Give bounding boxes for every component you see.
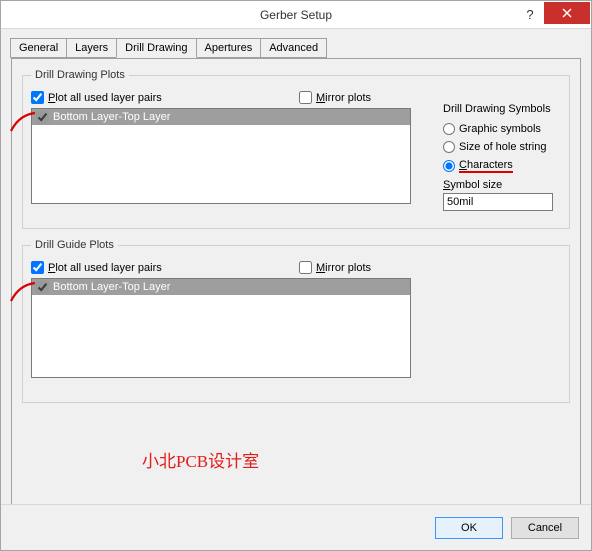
group-legend-drill-guide: Drill Guide Plots <box>31 239 118 251</box>
close-button[interactable] <box>544 2 590 24</box>
tab-strip: GeneralLayersDrill DrawingAperturesAdvan… <box>10 37 581 58</box>
listbox-layer-pairs-2[interactable]: Bottom Layer-Top Layer <box>31 278 411 378</box>
list-item-checkbox[interactable] <box>36 111 49 124</box>
symbol-size-label: Symbol size <box>443 179 563 191</box>
checkbox-plot-all-2-input[interactable] <box>31 261 44 274</box>
drill-symbols-panel: Drill Drawing Symbols Graphic symbols Si… <box>443 103 563 211</box>
radio-size-of-hole[interactable]: Size of hole string <box>443 141 563 153</box>
symbol-size-input[interactable] <box>443 193 553 211</box>
tab-layers[interactable]: Layers <box>66 38 117 58</box>
checkbox-plot-all-1[interactable]: Plot all used layer pairs <box>31 91 162 104</box>
radio-graphic-symbols-label: Graphic symbols <box>459 123 541 135</box>
drill-symbols-heading: Drill Drawing Symbols <box>443 103 563 115</box>
radio-characters-input[interactable] <box>443 160 455 172</box>
list-item-label: Bottom Layer-Top Layer <box>53 109 170 125</box>
checkbox-mirror-2-label: Mirror plots <box>316 262 371 274</box>
list-item-label: Bottom Layer-Top Layer <box>53 279 170 295</box>
radio-characters[interactable]: Characters <box>443 159 563 173</box>
checkbox-plot-all-2[interactable]: Plot all used layer pairs <box>31 261 162 274</box>
listbox-layer-pairs-1[interactable]: Bottom Layer-Top Layer <box>31 108 411 204</box>
checkbox-mirror-1-label: Mirror plots <box>316 92 371 104</box>
tab-apertures[interactable]: Apertures <box>196 38 262 58</box>
tab-general[interactable]: General <box>10 38 67 58</box>
checkbox-plot-all-1-input[interactable] <box>31 91 44 104</box>
checkbox-mirror-2[interactable]: Mirror plots <box>299 261 371 274</box>
titlebar: Gerber Setup ? <box>1 1 591 29</box>
tab-panel: Drill Drawing Plots Plot all used layer … <box>11 58 581 513</box>
tab-drill-drawing[interactable]: Drill Drawing <box>116 38 196 58</box>
list-item-checkbox[interactable] <box>36 281 49 294</box>
group-legend-drill-drawing: Drill Drawing Plots <box>31 69 129 81</box>
ok-button[interactable]: OK <box>435 517 503 539</box>
dialog-body: GeneralLayersDrill DrawingAperturesAdvan… <box>1 29 591 504</box>
checkbox-mirror-1[interactable]: Mirror plots <box>299 91 371 104</box>
tab-advanced[interactable]: Advanced <box>260 38 327 58</box>
checkbox-plot-all-1-label: Plot all used layer pairs <box>48 92 162 104</box>
radio-size-of-hole-label: Size of hole string <box>459 141 546 153</box>
group-drill-drawing-plots: Drill Drawing Plots Plot all used layer … <box>22 69 570 229</box>
radio-graphic-symbols[interactable]: Graphic symbols <box>443 123 563 135</box>
checkbox-mirror-1-input[interactable] <box>299 91 312 104</box>
group-drill-guide-plots: Drill Guide Plots Plot all used layer pa… <box>22 239 570 403</box>
close-icon <box>562 8 572 18</box>
radio-size-of-hole-input[interactable] <box>443 141 455 153</box>
help-button[interactable]: ? <box>516 1 544 29</box>
row-options-1: Plot all used layer pairs Mirror plots <box>31 91 411 104</box>
dialog-window: Gerber Setup ? GeneralLayersDrill Drawin… <box>0 0 592 551</box>
dialog-footer: OK Cancel <box>1 504 591 550</box>
list-item[interactable]: Bottom Layer-Top Layer <box>32 109 410 125</box>
radio-graphic-symbols-input[interactable] <box>443 123 455 135</box>
radio-characters-label: Characters <box>459 159 513 173</box>
cancel-button[interactable]: Cancel <box>511 517 579 539</box>
checkbox-plot-all-2-label: Plot all used layer pairs <box>48 262 162 274</box>
checkbox-mirror-2-input[interactable] <box>299 261 312 274</box>
window-title: Gerber Setup <box>1 1 591 29</box>
row-options-2: Plot all used layer pairs Mirror plots <box>31 261 411 274</box>
titlebar-controls: ? <box>516 1 591 29</box>
watermark-text: 小北PCB设计室 <box>142 447 259 472</box>
list-item[interactable]: Bottom Layer-Top Layer <box>32 279 410 295</box>
